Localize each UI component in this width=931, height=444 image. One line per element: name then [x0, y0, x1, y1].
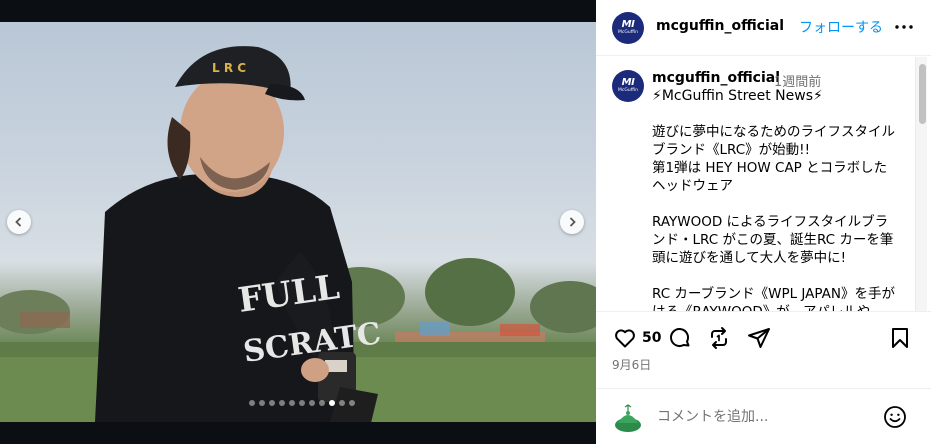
save-button[interactable]: [887, 325, 913, 351]
divider: [596, 311, 931, 312]
slide-dot: [249, 400, 255, 406]
avatar-mark: MI: [621, 19, 635, 30]
slide-dot: [259, 400, 265, 406]
follow-button[interactable]: フォローする: [799, 17, 883, 37]
scrollbar-thumb[interactable]: [919, 64, 926, 124]
share-button[interactable]: [746, 325, 772, 351]
post-header: MI McGuffin mcguffin_official フォローする: [596, 0, 931, 56]
post-date[interactable]: 9月6日: [612, 356, 651, 373]
caption-headline: ⚡McGuffin Street News⚡: [652, 88, 823, 104]
like-count[interactable]: 50: [642, 330, 661, 346]
more-horizontal-icon: [895, 25, 913, 29]
smiley-icon: [884, 406, 906, 428]
emoji-button[interactable]: [883, 405, 907, 429]
chevron-right-icon: [569, 217, 576, 227]
avatar-wordmark: McGuffin: [618, 88, 638, 93]
post-side-panel: MI McGuffin mcguffin_official フォローする MI …: [596, 0, 931, 444]
slide-dot: [299, 400, 305, 406]
post-photo: L R C FULL SCRATC: [0, 22, 596, 422]
more-options-button[interactable]: [893, 16, 915, 38]
comment-icon: [670, 328, 690, 347]
like-button[interactable]: [612, 325, 638, 351]
slide-dot: [329, 400, 335, 406]
caption-text: 遊びに夢中になるためのライフスタイルブランド《LRC》が始動!! 第1弾は HE…: [652, 124, 896, 311]
caption-area[interactable]: MI McGuffin mcguffin_official 1週間前 ⚡McGu…: [596, 57, 931, 311]
comment-button[interactable]: [667, 325, 693, 351]
slide-dot: [269, 400, 275, 406]
comment-composer: [596, 389, 931, 444]
repost-button[interactable]: [706, 325, 732, 351]
slide-dot: [349, 400, 355, 406]
caption-username[interactable]: mcguffin_official: [652, 70, 780, 86]
slide-dot: [319, 400, 325, 406]
slide-indicator: [249, 400, 355, 406]
bookmark-icon: [892, 328, 908, 348]
slide-dot: [289, 400, 295, 406]
media-viewer: L R C FULL SCRATC: [0, 0, 596, 444]
cap-text: L R C: [212, 61, 246, 75]
caption-avatar[interactable]: MI McGuffin: [612, 70, 644, 102]
avatar-mark: MI: [621, 77, 635, 88]
heart-icon: [615, 329, 635, 348]
slide-dot: [309, 400, 315, 406]
account-avatar[interactable]: MI McGuffin: [612, 12, 644, 44]
slide-dot: [279, 400, 285, 406]
action-bar: 50: [612, 325, 915, 351]
account-username[interactable]: mcguffin_official: [656, 18, 784, 34]
chevron-left-icon: [15, 217, 22, 227]
comment-input[interactable]: [657, 406, 867, 428]
slide-dot: [339, 400, 345, 406]
previous-slide-button[interactable]: [7, 210, 31, 234]
photo-illustration: L R C FULL SCRATC: [0, 46, 596, 422]
repost-icon: [711, 327, 727, 349]
next-slide-button[interactable]: [560, 210, 584, 234]
current-user-avatar: [612, 401, 644, 433]
avatar-wordmark: McGuffin: [618, 30, 638, 35]
share-icon: [748, 328, 770, 348]
user-avatar-illustration: [615, 404, 641, 432]
